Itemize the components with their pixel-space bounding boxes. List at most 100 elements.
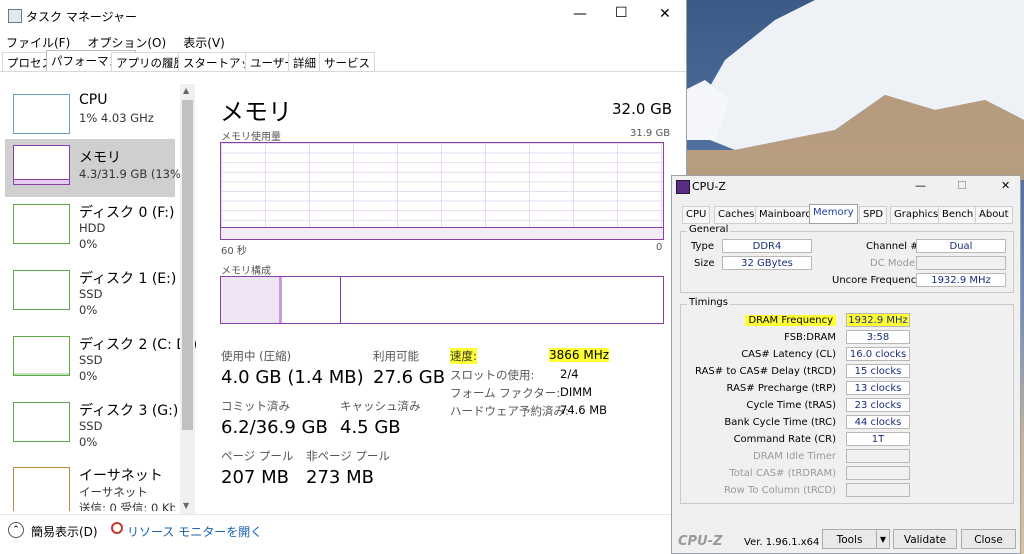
type-label: Type <box>691 241 714 252</box>
cpuz-tab-spd[interactable]: SPD <box>859 206 888 224</box>
sidebar-item-type: SSD <box>79 419 103 433</box>
channel-value: Dual <box>916 239 1006 253</box>
task-manager-window: タスク マネージャー — ☐ ✕ ファイル(F) オプション(O) 表示(V) … <box>0 0 687 554</box>
memory-usage-graph <box>220 142 664 240</box>
cpuz-window-title: CPU-Z <box>692 180 726 193</box>
cpuz-tab-cpu[interactable]: CPU <box>682 206 711 224</box>
form-factor-value: DIMM <box>560 385 593 399</box>
page-title: メモリ <box>220 98 292 126</box>
timing-value: 16.0 clocks <box>846 347 910 361</box>
menu-bar: ファイル(F) オプション(O) 表示(V) <box>6 32 237 51</box>
timing-value: 1T <box>846 432 910 446</box>
open-resource-monitor-link[interactable]: リソース モニターを開く <box>127 523 262 540</box>
graph-time-start: 60 秒 <box>221 246 247 257</box>
hardware-reserved-value: 74.6 MB <box>560 403 608 417</box>
sidebar-item-disk-3[interactable]: ディスク 3 (G:) SSD 0% <box>5 396 179 454</box>
validate-button[interactable]: Validate <box>893 529 957 549</box>
usage-graph-label: メモリ使用量 <box>221 132 281 143</box>
minimize-button[interactable]: — <box>573 6 587 22</box>
menu-view[interactable]: 表示(V) <box>183 36 225 50</box>
cpuz-maximize-button[interactable]: ☐ <box>957 179 967 192</box>
sidebar-item-memory[interactable]: メモリ 4.3/31.9 GB (13%) <box>5 139 185 197</box>
close-button[interactable]: ✕ <box>659 6 671 22</box>
sidebar-item-title: ディスク 3 (G:) <box>79 403 179 419</box>
sidebar-item-disk-1[interactable]: ディスク 1 (E:) SSD 0% <box>5 264 177 322</box>
sidebar-item-title: ディスク 1 (E:) <box>79 271 177 287</box>
disk-thumbnail-graph <box>13 204 70 244</box>
timing-label: FSB:DRAM <box>784 332 836 343</box>
sidebar-item-disk-0[interactable]: ディスク 0 (F:) HDD 0% <box>5 198 175 256</box>
timing-label: Total CAS# (tRDRAM) <box>729 468 836 479</box>
timing-label: Cycle Time (tRAS) <box>746 400 836 411</box>
sidebar-item-title: ディスク 0 (F:) <box>79 205 175 221</box>
cpuz-tab-about[interactable]: About <box>975 206 1013 224</box>
title-bar: タスク マネージャー — ☐ ✕ <box>0 0 686 32</box>
resource-monitor-icon <box>111 522 123 534</box>
scroll-up-arrow-icon[interactable]: ▲ <box>183 86 189 95</box>
maximize-button[interactable]: ☐ <box>615 5 628 21</box>
type-value: DDR4 <box>722 239 812 253</box>
tools-dropdown-arrow-icon[interactable]: ▼ <box>876 529 890 549</box>
ethernet-thumbnail-graph <box>13 467 70 511</box>
timing-label: Row To Column (tRCD) <box>723 485 836 496</box>
uncore-frequency-label: Uncore Frequency <box>832 275 923 286</box>
sidebar-item-title: メモリ <box>79 150 121 166</box>
cached-value: 4.5 GB <box>340 417 401 438</box>
tab-divider <box>0 71 686 72</box>
size-label: Size <box>694 258 715 269</box>
timing-value <box>846 483 910 497</box>
sidebar-item-title: イーサネット <box>79 468 163 484</box>
sidebar-item-usage: 0% <box>79 303 98 317</box>
tools-button[interactable]: Tools <box>822 529 877 549</box>
cpuz-close-button[interactable]: ✕ <box>1001 179 1010 192</box>
cpuz-brand-logo: CPU-Z <box>678 534 723 549</box>
cached-label: キャッシュ済み <box>340 399 421 413</box>
committed-value: 6.2/36.9 GB <box>221 417 328 438</box>
footer-divider <box>0 514 686 515</box>
tab-details[interactable]: 詳細 <box>288 52 321 72</box>
fewer-details-link[interactable]: 簡易表示(D) <box>31 523 98 540</box>
cpuz-tab-graphics[interactable]: Graphics <box>890 206 943 224</box>
sidebar-scrollbar-thumb[interactable] <box>182 100 193 430</box>
graph-time-end: 0 <box>656 242 663 253</box>
memory-thumbnail-graph <box>13 145 70 185</box>
timing-label: RAS# Precharge (tRP) <box>726 383 836 394</box>
cpuz-tab-mainboard[interactable]: Mainboard <box>755 206 816 224</box>
cpuz-minimize-button[interactable]: — <box>915 179 926 192</box>
cpuz-tab-memory[interactable]: Memory <box>809 204 858 224</box>
sidebar-item-disk-2[interactable]: ディスク 2 (C: D:) SSD 0% <box>5 330 197 388</box>
menu-options[interactable]: オプション(O) <box>87 36 166 50</box>
hardware-reserved-label: ハードウェア予約済み: <box>450 404 569 418</box>
cpuz-version: Ver. 1.96.1.x64 <box>744 537 820 548</box>
disk-thumbnail-graph <box>13 270 70 310</box>
timing-value: 13 clocks <box>846 381 910 395</box>
close-button[interactable]: Close <box>961 529 1016 549</box>
timing-value: 15 clocks <box>846 364 910 378</box>
timing-value: 44 clocks <box>846 415 910 429</box>
disk-thumbnail-graph <box>13 336 70 376</box>
sidebar-item-usage: 送信: 0 受信: 0 Kbps <box>79 501 175 511</box>
dc-mode-label: DC Mode <box>870 258 916 269</box>
menu-file[interactable]: ファイル(F) <box>6 36 70 50</box>
size-value: 32 GBytes <box>722 256 812 270</box>
available-label: 利用可能 <box>373 349 419 363</box>
channel-label: Channel # <box>866 241 919 252</box>
timing-value: 1932.9 MHz <box>846 313 910 327</box>
sidebar-item-cpu[interactable]: CPU 1% 4.03 GHz <box>5 88 175 146</box>
tab-services[interactable]: サービス <box>319 52 375 72</box>
in-use-value: 4.0 GB (1.4 MB) <box>221 367 364 388</box>
sidebar-item-ethernet[interactable]: イーサネット イーサネット 送信: 0 受信: 0 Kbps <box>5 461 175 511</box>
uncore-frequency-value: 1932.9 MHz <box>916 273 1006 287</box>
scroll-down-arrow-icon[interactable]: ▼ <box>183 501 189 510</box>
paged-pool-label: ページ プール <box>221 449 294 463</box>
chevron-up-icon[interactable]: ⌃ <box>8 522 24 538</box>
cpuz-app-icon <box>676 180 690 194</box>
composition-standby <box>282 277 341 323</box>
slots-label: スロットの使用: <box>450 368 535 382</box>
group-title: General <box>687 224 731 235</box>
cpuz-tab-caches[interactable]: Caches <box>714 206 759 224</box>
timing-label: DRAM Frequency <box>745 315 836 326</box>
cpuz-tab-bench[interactable]: Bench <box>938 206 978 224</box>
form-factor-label: フォーム ファクター: <box>450 386 561 400</box>
speed-value: 3866 MHz <box>549 348 610 362</box>
